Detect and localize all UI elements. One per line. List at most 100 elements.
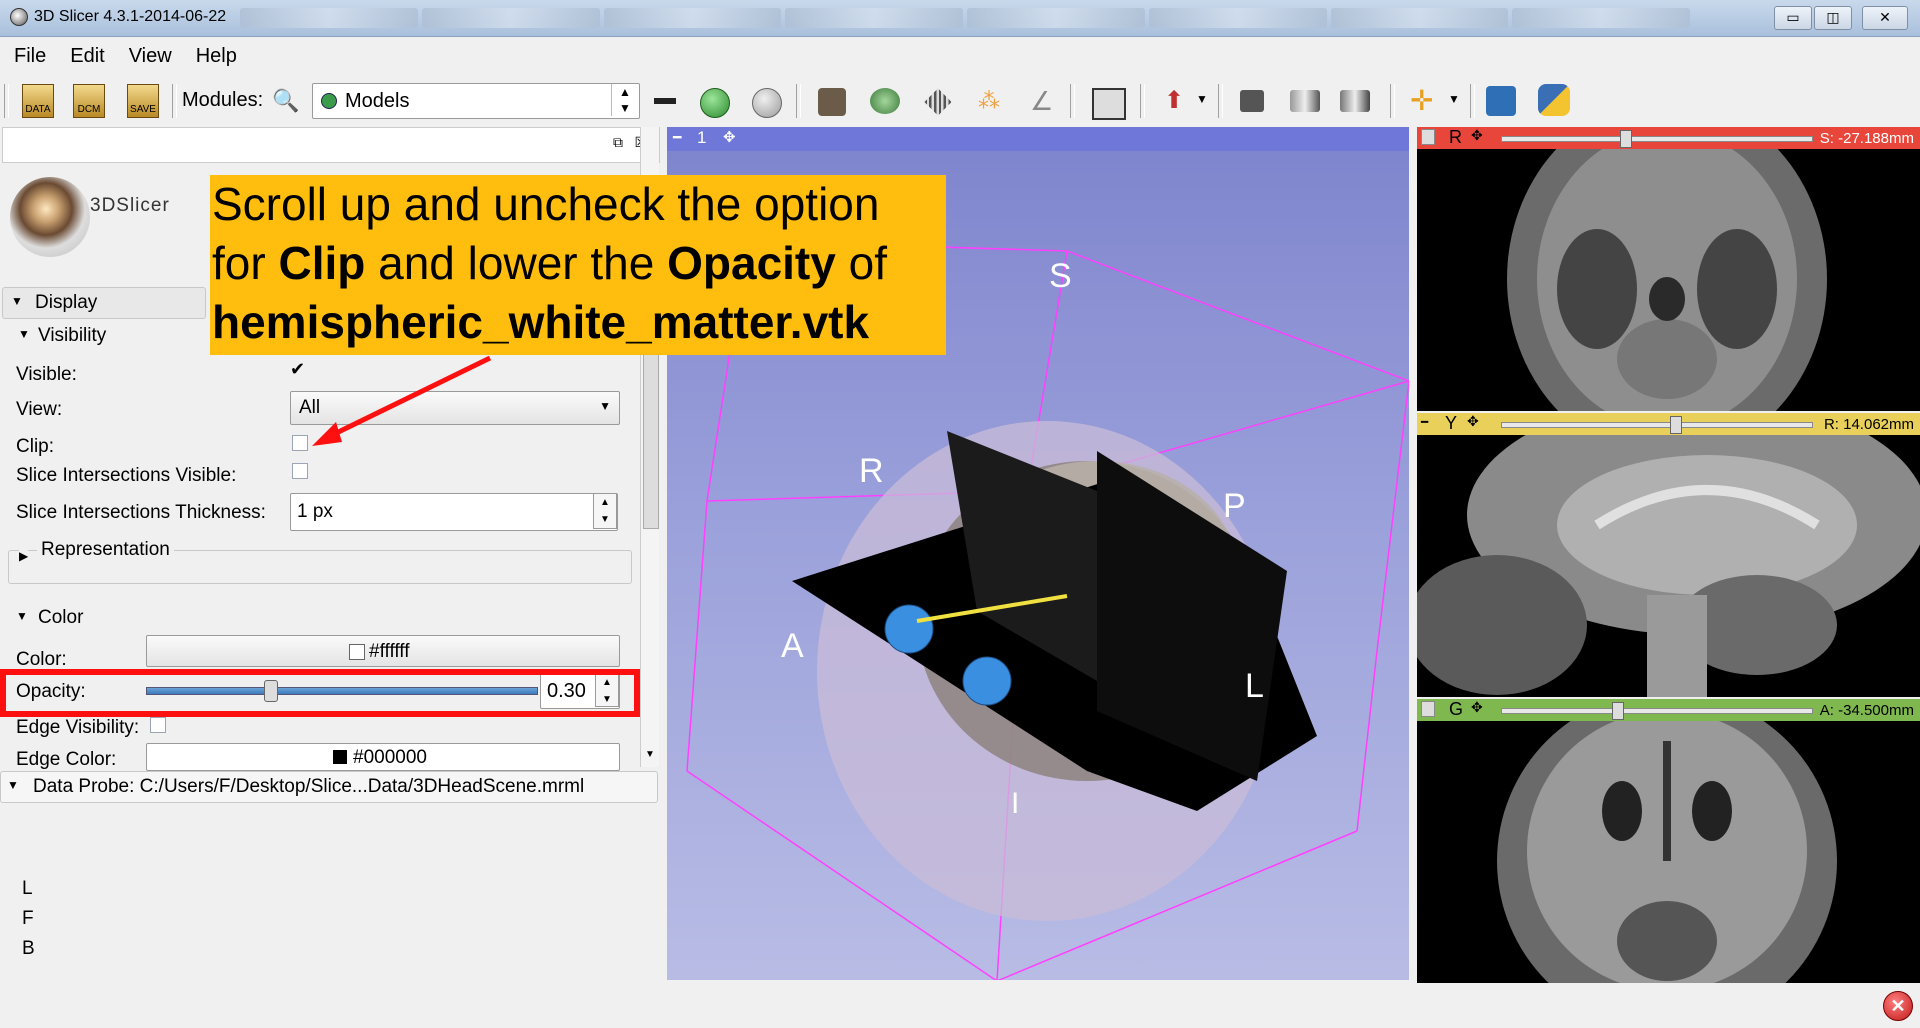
representation-section[interactable]: ▶ Representation [8, 539, 632, 584]
representation-section-label: Representation [37, 539, 174, 561]
slice-thickness-spin-icon[interactable]: ▲ ▼ [593, 493, 617, 529]
panel-title-bar: ⧉ ☒ [2, 127, 660, 163]
menu-file[interactable]: File [0, 45, 56, 68]
green-slice-view[interactable] [1417, 721, 1920, 983]
green-slice-readout: A: -34.500mm [1819, 702, 1914, 719]
opacity-highlight-box [0, 669, 640, 717]
slicer-logo-icon [10, 177, 90, 257]
mouse-mode-dropdown-icon[interactable]: ▼ [1196, 92, 1208, 106]
back-arrow-icon[interactable] [700, 88, 730, 118]
save-button[interactable]: SAVE [127, 84, 159, 118]
crosshair-dropdown-icon[interactable]: ▼ [1448, 92, 1460, 106]
red-slice-slider[interactable] [1501, 130, 1813, 148]
python-console-icon[interactable] [1538, 84, 1570, 116]
probe-line-b: B [22, 938, 35, 959]
edge-color-button[interactable]: #000000 [146, 743, 620, 771]
instruction-callout: Scroll up and uncheck the option for Cli… [210, 175, 946, 355]
3d-view-settings-icon[interactable]: ✥ [723, 128, 736, 146]
taskbar-tabs [240, 8, 1690, 28]
scene-view-icon[interactable] [1290, 90, 1320, 112]
3d-view-pin-icon[interactable]: ━ [673, 129, 681, 146]
color-section-header[interactable]: ▼ Color [8, 607, 630, 629]
callout-arrow [312, 355, 492, 446]
yellow-slice-settings-icon[interactable]: ✥ [1467, 413, 1479, 430]
yellow-slice-slider-knob[interactable] [1670, 416, 1682, 434]
red-slice-view[interactable] [1417, 149, 1920, 411]
volume-module-icon[interactable] [818, 88, 846, 116]
data-probe-header[interactable]: ▼ Data Probe: C:/Users/F/Desktop/Slice..… [0, 771, 658, 803]
mouse-mode-icon[interactable]: ⬆ [1164, 86, 1184, 115]
color-section-label: Color [38, 607, 84, 628]
window-title: 3D Slicer 4.3.1-2014-06-22 [10, 8, 226, 26]
color-value: #ffffff [369, 641, 410, 662]
red-slice-name: R [1449, 127, 1462, 147]
screenshot-icon[interactable] [1240, 90, 1264, 112]
layout-menu-icon[interactable] [654, 98, 676, 104]
red-slice-pin-icon[interactable] [1421, 129, 1435, 145]
edge-color-swatch [333, 750, 347, 764]
menu-bar: File Edit View Help [0, 37, 1920, 75]
menu-edit[interactable]: Edit [56, 45, 114, 68]
edge-visibility-label: Edge Visibility: [16, 717, 140, 738]
panel-float-icon[interactable]: ⧉ [613, 134, 623, 151]
edge-color-label: Edge Color: [16, 749, 117, 769]
module-search-icon[interactable]: 🔍 [272, 88, 299, 114]
yellow-slice-pin-icon[interactable]: ━ [1421, 415, 1428, 429]
edge-color-value: #000000 [353, 747, 427, 768]
restore-scene-icon[interactable] [1340, 90, 1370, 112]
slice-thickness-spinbox[interactable]: 1 px ▲ ▼ [290, 493, 618, 531]
main-toolbar: DATA DCM SAVE Modules: 🔍 Models ▲ ▼ ⁂ ∠ ⬆… [0, 76, 1920, 126]
clip-label: Clip: [16, 436, 55, 457]
yellow-slice-view[interactable] [1417, 435, 1920, 697]
green-slice-settings-icon[interactable]: ✥ [1471, 699, 1483, 716]
close-window-button[interactable]: ✕ [1862, 6, 1908, 30]
slice-intersections-visible-checkbox[interactable] [292, 463, 308, 479]
axis-label-r: R [859, 452, 884, 490]
display-section-header[interactable]: ▼ Display [2, 287, 206, 319]
yellow-slice-slider[interactable] [1501, 416, 1813, 434]
models-module-icon[interactable] [870, 88, 900, 114]
transforms-module-icon[interactable] [924, 88, 952, 116]
module-selector[interactable]: Models ▲ ▼ [312, 83, 640, 119]
slice-intersections-visible-label: Slice Intersections Visible: [16, 465, 237, 486]
slicer-app-icon [10, 8, 28, 26]
panel-scrollbar-thumb[interactable] [643, 347, 659, 529]
axis-label-l: L [1245, 667, 1264, 705]
menu-view[interactable]: View [115, 45, 182, 68]
forward-arrow-icon[interactable] [752, 88, 782, 118]
red-slice-slider-knob[interactable] [1620, 130, 1632, 148]
axis-label-s: S [1049, 257, 1072, 295]
callout-line-2: for Clip and lower the Opacity of [212, 237, 887, 289]
view-dropdown-arrow-icon: ▼ [599, 399, 611, 413]
crosshair-icon[interactable]: ✛ [1410, 84, 1433, 117]
green-slice-name: G [1449, 699, 1464, 719]
view-label: View: [16, 399, 63, 420]
probe-line-l: L [22, 878, 33, 899]
color-picker-button[interactable]: #ffffff [146, 635, 620, 667]
green-slice-slider-knob[interactable] [1612, 702, 1624, 720]
green-slice-pin-icon[interactable] [1421, 701, 1435, 717]
3d-view-label: 1 [697, 128, 707, 147]
yellow-slice-name: Y [1445, 413, 1458, 433]
error-log-icon[interactable]: ✕ [1883, 991, 1913, 1021]
data-probe-text: Data Probe: C:/Users/F/Desktop/Slice...D… [33, 776, 585, 797]
scroll-down-icon[interactable]: ▼ [645, 749, 655, 760]
editor-module-icon[interactable]: ∠ [1030, 86, 1053, 117]
minimize-button[interactable]: ▭ [1774, 6, 1812, 30]
red-slice-settings-icon[interactable]: ✥ [1471, 127, 1483, 144]
load-data-button[interactable]: DATA [22, 84, 54, 118]
slice-intersections-thickness-label: Slice Intersections Thickness: [16, 502, 266, 523]
extension-manager-icon[interactable] [1486, 86, 1516, 116]
callout-line-1: Scroll up and uncheck the option [212, 178, 880, 230]
load-dicom-button[interactable]: DCM [73, 84, 105, 118]
edge-visibility-checkbox[interactable] [150, 717, 166, 733]
slicer-logo-text: 3DSlicer [90, 195, 170, 216]
maximize-button[interactable]: ◫ [1814, 6, 1852, 30]
menu-help[interactable]: Help [182, 45, 247, 68]
status-bar [0, 983, 1920, 1028]
red-slice-header: R ✥ S: -27.188mm [1417, 127, 1920, 149]
markups-module-icon[interactable]: ⁂ [978, 88, 1000, 114]
layout-selector-icon[interactable] [1092, 88, 1126, 120]
axis-label-i: I [1011, 787, 1020, 820]
green-slice-slider[interactable] [1501, 702, 1813, 720]
